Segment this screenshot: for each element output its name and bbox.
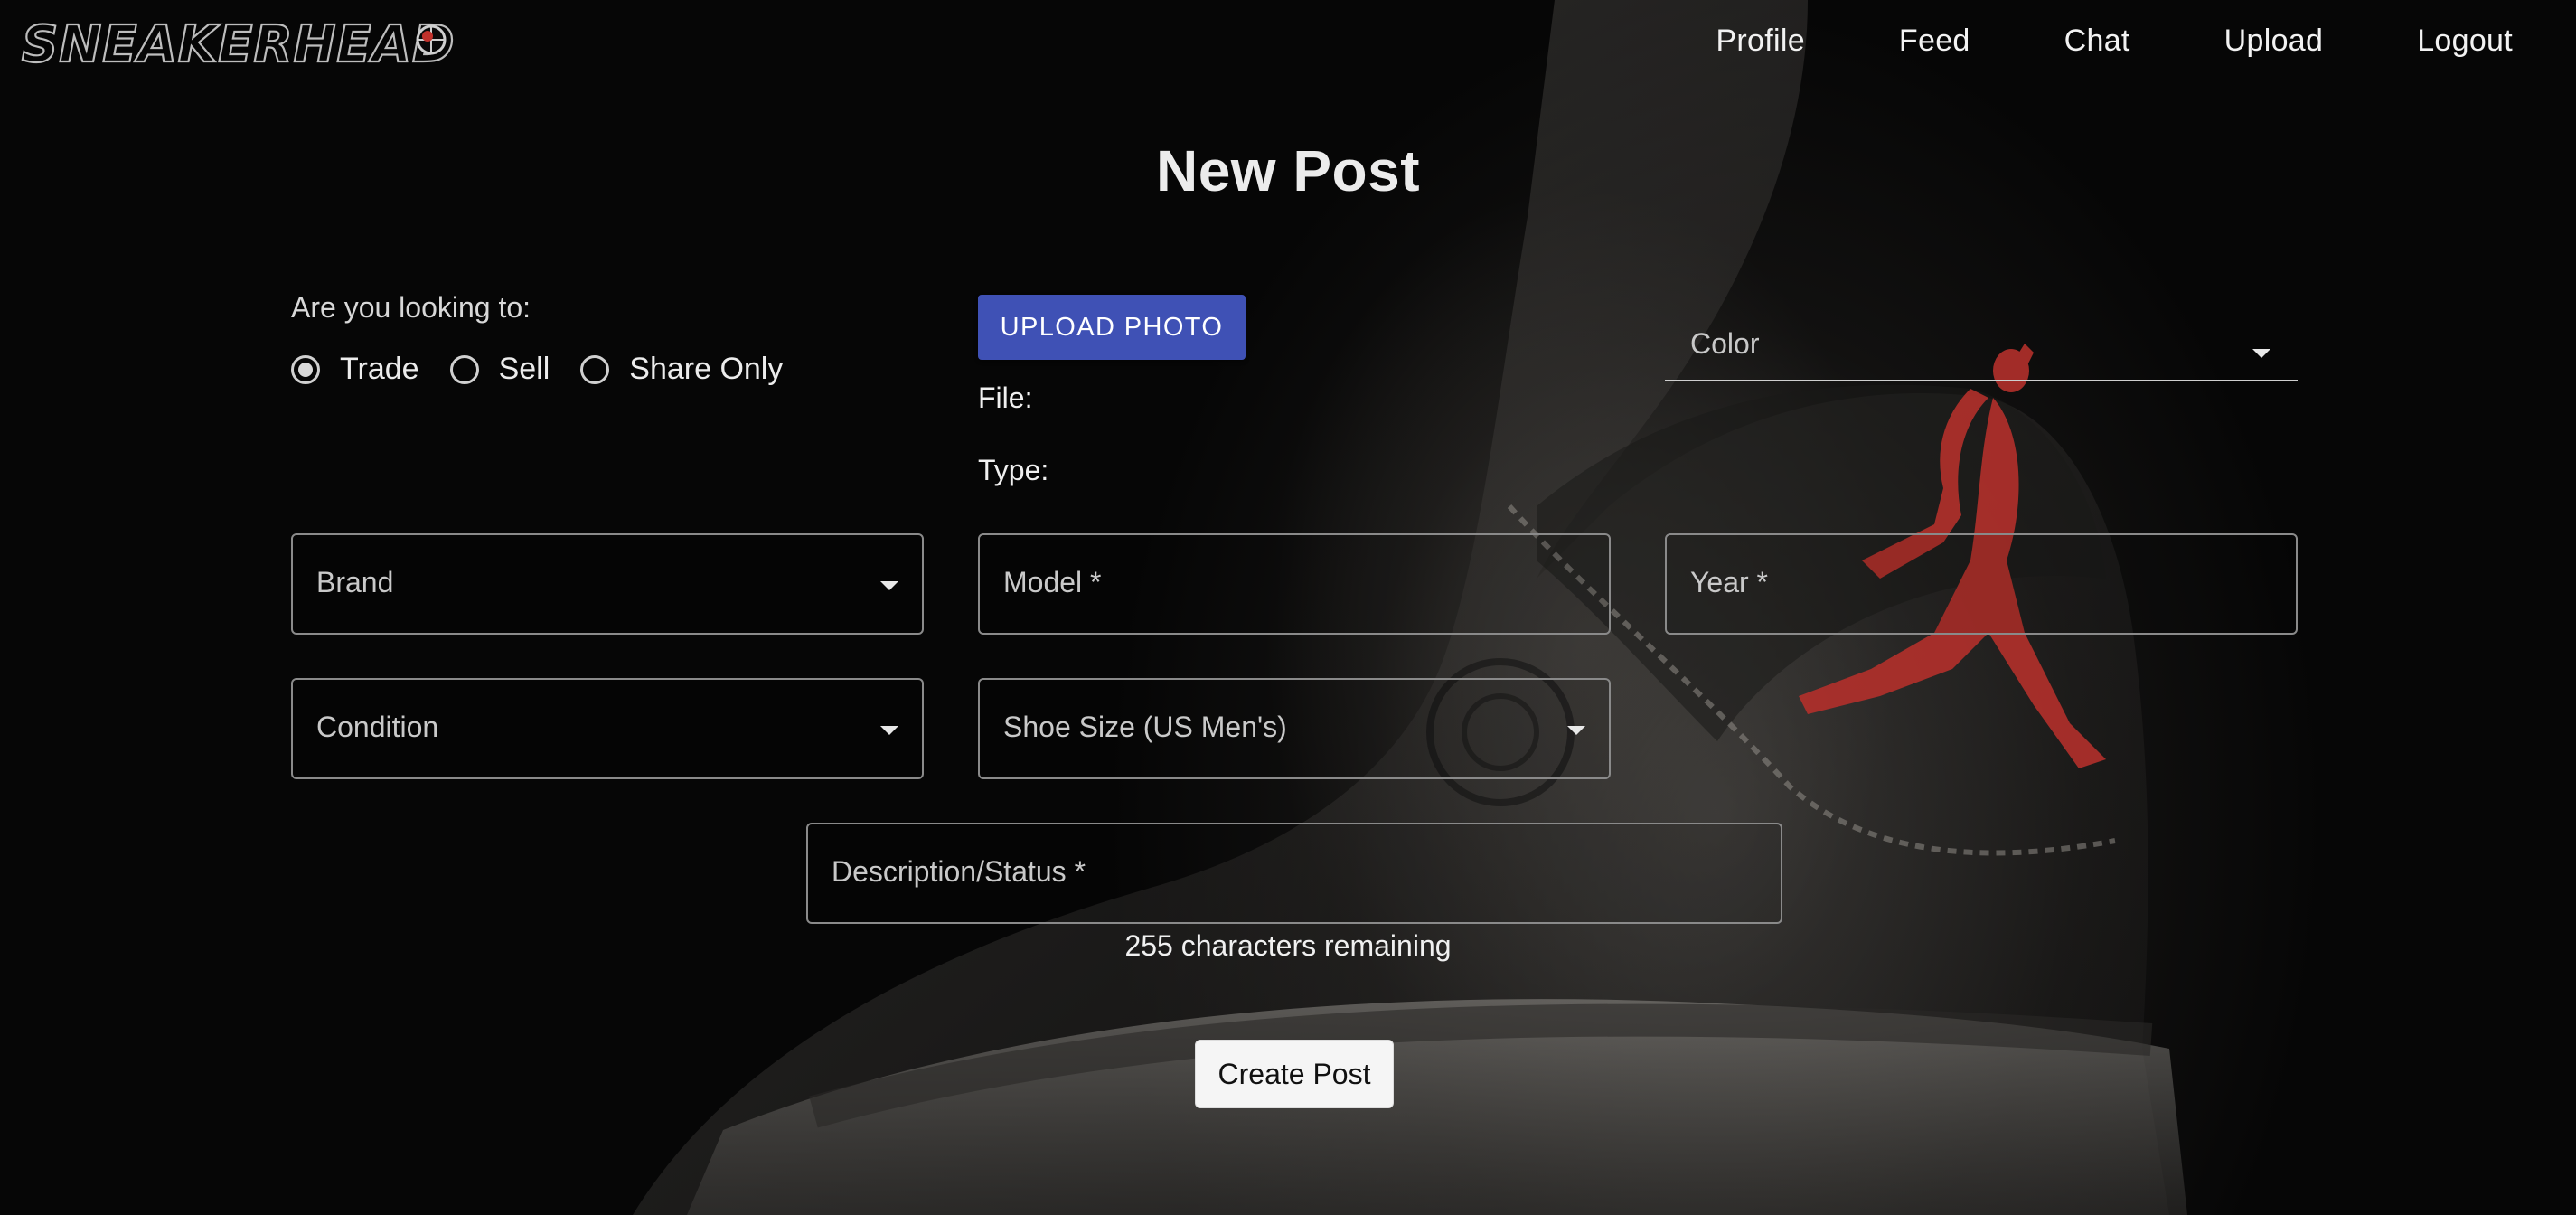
condition-select-label: Condition — [316, 711, 439, 743]
chevron-down-icon — [880, 581, 898, 590]
year-input[interactable]: Year * — [1665, 533, 2298, 635]
model-input-label: Model * — [1003, 566, 1102, 598]
color-select[interactable]: Color — [1665, 307, 2298, 381]
description-input[interactable]: Description/Status * — [806, 823, 1782, 924]
radio-sell[interactable]: Sell — [449, 352, 550, 387]
radio-unchecked-icon[interactable] — [449, 354, 479, 384]
radio-sell-label[interactable]: Sell — [499, 352, 550, 387]
brand-select-label: Brand — [316, 566, 394, 598]
chevron-down-icon — [2252, 349, 2270, 358]
sneakerheads-logo[interactable]: SNEAKERHEADS — [20, 13, 454, 76]
shoe-size-select-label: Shoe Size (US Men's) — [1003, 711, 1287, 743]
radio-trade-label[interactable]: Trade — [340, 352, 419, 387]
model-input[interactable]: Model * — [978, 533, 1611, 635]
post-intent-radio-group: Trade Sell Share Only — [291, 352, 813, 387]
nav-chat-link[interactable]: Chat — [2064, 24, 2130, 59]
description-input-label: Description/Status * — [832, 855, 1086, 888]
nav-profile-link[interactable]: Profile — [1716, 24, 1804, 59]
create-post-button[interactable]: Create Post — [1195, 1040, 1394, 1108]
radio-share-only-label[interactable]: Share Only — [629, 352, 783, 387]
chevron-down-icon — [880, 726, 898, 735]
nav-logout-link[interactable]: Logout — [2417, 24, 2513, 59]
nav-feed-link[interactable]: Feed — [1899, 24, 1970, 59]
radio-share-only[interactable]: Share Only — [580, 352, 783, 387]
top-nav: Profile Feed Chat Upload Logout — [1716, 24, 2513, 59]
nav-upload-link[interactable]: Upload — [2224, 24, 2324, 59]
radio-unchecked-icon[interactable] — [580, 354, 610, 384]
radio-trade[interactable]: Trade — [291, 352, 419, 387]
condition-select[interactable]: Condition — [291, 678, 924, 779]
page-title: New Post — [1155, 138, 1421, 203]
logo-text: SNEAKERHEADS — [22, 15, 454, 74]
color-select-label: Color — [1690, 327, 1760, 360]
upload-photo-button[interactable]: UPLOAD PHOTO — [978, 295, 1246, 360]
basketball-icon — [416, 24, 447, 55]
radio-checked-icon[interactable] — [291, 354, 320, 384]
characters-remaining-counter: 255 characters remaining — [1124, 929, 1452, 962]
brand-select[interactable]: Brand — [291, 533, 924, 635]
file-name-label: File: — [978, 381, 1033, 414]
shoe-size-select[interactable]: Shoe Size (US Men's) — [978, 678, 1611, 779]
post-intent-label: Are you looking to: — [291, 291, 531, 324]
page-background: SNEAKERHEADS Profile Feed Chat Upload Lo… — [0, 0, 2576, 1215]
chevron-down-icon — [1567, 726, 1585, 735]
year-input-label: Year * — [1690, 566, 1768, 598]
file-type-label: Type: — [978, 454, 1049, 486]
